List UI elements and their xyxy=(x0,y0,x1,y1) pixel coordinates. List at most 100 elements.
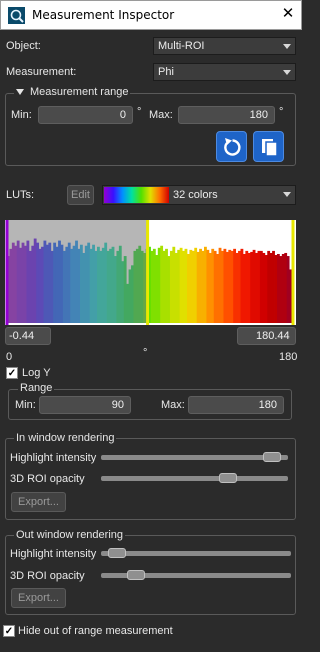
histogram-bar xyxy=(199,248,202,323)
histogram-bar xyxy=(255,252,258,323)
window-title: Measurement Inspector xyxy=(32,8,175,22)
in-highlight-slider[interactable] xyxy=(101,455,288,460)
histogram-bar xyxy=(240,248,244,323)
range2-min-input[interactable]: 90 xyxy=(39,396,131,414)
histogram-bar xyxy=(235,252,239,323)
out-highlight-slider[interactable] xyxy=(101,551,291,556)
histogram-bar xyxy=(162,250,166,323)
histogram-bar xyxy=(191,250,195,323)
title-bar: Measurement Inspector ✕ xyxy=(0,0,302,30)
histogram-bar xyxy=(189,249,193,323)
luts-edit-button[interactable]: Edit xyxy=(67,185,94,205)
histogram-bar xyxy=(194,247,198,323)
object-combo[interactable]: Multi-ROI xyxy=(153,37,296,55)
hide-out-of-range-checkbox[interactable]: ✓ xyxy=(3,625,15,637)
out-window-title: Out window rendering xyxy=(14,529,126,541)
histogram-bar xyxy=(167,256,171,323)
axis-max-label: 180 xyxy=(279,351,298,363)
histogram-bar xyxy=(157,247,161,323)
range2-max-label: Max: xyxy=(161,399,185,411)
range-max-input[interactable]: 180 xyxy=(178,106,275,124)
histogram-bar xyxy=(213,250,217,323)
histogram-bar xyxy=(281,253,285,323)
in-opacity-slider[interactable] xyxy=(101,476,288,481)
range2-max-input[interactable]: 180 xyxy=(188,396,284,414)
histogram-bar xyxy=(201,250,205,323)
app-icon xyxy=(8,7,25,24)
hide-out-of-range-label: Hide out of range measurement xyxy=(18,625,173,637)
axis-unit-label: ° xyxy=(143,347,148,359)
histogram-bar xyxy=(184,248,188,323)
histogram-bar xyxy=(247,252,251,323)
in-export-button[interactable]: Export... xyxy=(11,492,66,512)
histogram-bar xyxy=(228,249,232,323)
degree-unit: ° xyxy=(279,106,284,118)
copy-button[interactable] xyxy=(253,131,284,162)
reset-button[interactable] xyxy=(216,131,247,162)
histogram-bar xyxy=(238,250,241,323)
histogram-bar xyxy=(221,250,224,323)
in-opacity-label: 3D ROI opacity xyxy=(10,473,85,485)
histogram-bar xyxy=(274,255,278,323)
histogram-bar xyxy=(264,255,268,323)
histogram-bar xyxy=(186,253,190,323)
histogram-bar xyxy=(179,247,183,323)
collapse-triangle-icon xyxy=(16,89,24,96)
range-max-label: Max: xyxy=(149,109,173,121)
out-export-button[interactable]: Export... xyxy=(11,588,66,608)
lut-swatch xyxy=(104,187,169,203)
histogram-bar xyxy=(165,248,168,323)
reset-icon xyxy=(224,138,241,156)
histogram-bar xyxy=(230,250,234,323)
histogram-bar xyxy=(257,250,261,323)
out-opacity-slider-handle[interactable] xyxy=(126,570,145,580)
histogram-bar xyxy=(250,251,254,323)
histogram-bar xyxy=(262,252,266,323)
copy-icon xyxy=(262,139,278,157)
histogram-bar xyxy=(284,252,288,323)
in-highlight-label: Highlight intensity xyxy=(10,452,97,464)
histogram-bar xyxy=(269,252,273,323)
out-highlight-slider-handle[interactable] xyxy=(107,548,126,558)
luts-combo-value: 32 colors xyxy=(173,189,218,201)
histogram-bar xyxy=(204,246,207,323)
log-y-checkbox[interactable]: ✓ xyxy=(6,367,18,379)
histogram-bar xyxy=(211,248,215,323)
histogram-lower-readout[interactable]: -0.44 xyxy=(5,327,51,345)
histogram-bar xyxy=(259,250,263,323)
histogram-bar xyxy=(206,249,210,323)
in-highlight-slider-handle[interactable] xyxy=(263,452,282,462)
histogram-bar xyxy=(272,250,275,323)
chevron-down-icon xyxy=(283,70,291,75)
measurement-combo-value: Phi xyxy=(158,66,174,78)
histogram-bar xyxy=(150,250,154,323)
out-highlight-label: Highlight intensity xyxy=(10,548,97,560)
axis-min-label: 0 xyxy=(6,351,13,363)
histogram-bar xyxy=(172,246,176,323)
histogram-bar xyxy=(218,247,222,323)
degree-unit: ° xyxy=(137,106,142,118)
close-icon[interactable]: ✕ xyxy=(280,6,296,22)
range2-min-label: Min: xyxy=(15,399,36,411)
luts-combo[interactable]: 32 colors xyxy=(102,185,296,205)
histogram-bar xyxy=(252,249,256,323)
histogram-bar xyxy=(233,248,237,323)
histogram-bar xyxy=(216,253,219,323)
histogram-bar xyxy=(242,253,246,323)
measurement-label: Measurement: xyxy=(6,66,77,78)
histogram-bar xyxy=(174,252,178,323)
measurement-range-header[interactable]: Measurement range xyxy=(14,86,131,98)
histogram-chart[interactable] xyxy=(5,220,296,325)
log-y-label: Log Y xyxy=(22,367,51,379)
histogram-bar xyxy=(225,251,229,323)
in-window-title: In window rendering xyxy=(14,432,117,444)
histogram-bar xyxy=(245,250,249,323)
range-min-input[interactable]: 0 xyxy=(38,106,133,124)
histogram-upper-readout[interactable]: 180.44 xyxy=(237,327,296,345)
luts-label: LUTs: xyxy=(6,189,35,201)
histogram-bar xyxy=(169,250,173,323)
in-opacity-slider-handle[interactable] xyxy=(219,473,238,483)
chevron-down-icon xyxy=(283,44,291,49)
histogram-bar xyxy=(208,252,212,323)
measurement-combo[interactable]: Phi xyxy=(153,63,296,81)
